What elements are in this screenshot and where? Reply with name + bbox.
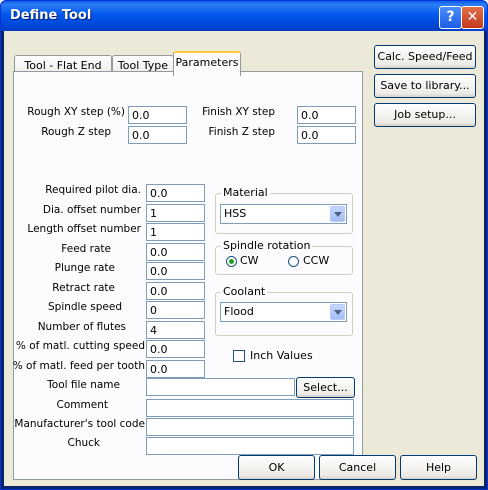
rough-xy-step-label: Rough XY step (%) [27,106,125,118]
help-question-icon[interactable]: ? [439,6,462,29]
title-bar[interactable]: Define Tool ? ✕ [1,1,487,31]
close-icon[interactable]: ✕ [461,6,484,29]
rough-xy-step-input[interactable]: 0.0 [128,106,187,124]
window-title: Define Tool [10,8,92,23]
length-offset-label: Length offset number [27,223,141,235]
plunge-rate-label: Plunge rate [54,262,115,274]
chevron-down-icon[interactable] [330,304,345,320]
chuck-input[interactable] [146,437,354,455]
matl-cutting-speed-input[interactable]: 0.0 [146,340,205,358]
coolant-group-label: Coolant [221,285,268,298]
rough-z-step-label: Rough Z step [41,126,111,138]
matl-feed-per-tooth-label: % of matl. feed per tooth [12,360,145,372]
tab-parameters[interactable]: Parameters [173,51,241,76]
finish-xy-step-label: Finish XY step [202,106,275,118]
material-select[interactable]: HSS [220,204,347,224]
pilot-dia-input[interactable]: 0.0 [146,184,205,202]
define-tool-window: Define Tool ? ✕ Tool - Flat End Mill Too… [0,0,488,490]
number-of-flutes-label: Number of flutes [37,321,126,333]
dia-offset-input[interactable]: 1 [146,204,205,222]
comment-label: Comment [56,399,108,411]
select-file-button[interactable]: Select... [296,377,355,398]
dialog-body: Tool - Flat End Mill Tool Type Parameter… [4,31,484,486]
matl-feed-per-tooth-input[interactable]: 0.0 [146,360,205,378]
cw-radio[interactable] [226,256,237,267]
cancel-button[interactable]: Cancel [319,455,396,480]
retract-rate-input[interactable]: 0.0 [146,282,205,300]
help-button[interactable]: Help [400,455,477,480]
rough-z-step-input[interactable]: 0.0 [128,126,187,144]
number-of-flutes-input[interactable]: 4 [146,321,205,339]
feed-rate-input[interactable]: 0.0 [146,243,205,261]
tool-file-name-input[interactable] [146,378,295,396]
dia-offset-label: Dia. offset number [42,204,141,216]
chuck-label: Chuck [67,437,101,449]
chevron-down-icon[interactable] [330,206,345,222]
spindle-speed-label: Spindle speed [47,301,122,313]
inch-values-label: Inch Values [250,349,313,362]
finish-xy-step-input[interactable]: 0.0 [297,106,356,124]
manufacturer-code-input[interactable] [146,418,354,436]
tool-file-name-label: Tool file name [47,379,120,391]
comment-input[interactable] [146,399,354,417]
plunge-rate-input[interactable]: 0.0 [146,262,205,280]
matl-cutting-speed-label: % of matl. cutting speed [15,340,145,352]
save-to-library-button[interactable]: Save to library... [374,74,476,98]
inch-values-checkbox[interactable] [233,350,245,362]
spindle-speed-input[interactable]: 0 [146,301,205,319]
length-offset-input[interactable]: 1 [146,223,205,241]
material-group-label: Material [221,186,270,199]
ccw-label: CCW [303,254,330,267]
ccw-radio[interactable] [288,256,299,267]
retract-rate-label: Retract rate [52,282,115,294]
job-setup-button[interactable]: Job setup... [374,103,476,127]
manufacturer-code-label: Manufacturer's tool code [14,418,145,430]
coolant-select[interactable]: Flood [220,302,347,322]
material-value: HSS [224,207,247,220]
calc-speed-feed-button[interactable]: Calc. Speed/Feed [374,45,476,69]
feed-rate-label: Feed rate [61,243,111,255]
spindle-rotation-label: Spindle rotation [221,239,313,252]
ok-button[interactable]: OK [238,455,315,480]
cw-label: CW [240,254,259,267]
finish-z-step-input[interactable]: 0.0 [297,126,356,144]
coolant-value: Flood [224,305,254,318]
finish-z-step-label: Finish Z step [208,126,275,138]
parameters-panel: Rough XY step (%) 0.0 Rough Z step 0.0 F… [13,71,363,480]
pilot-dia-label: Required pilot dia. [45,184,141,196]
